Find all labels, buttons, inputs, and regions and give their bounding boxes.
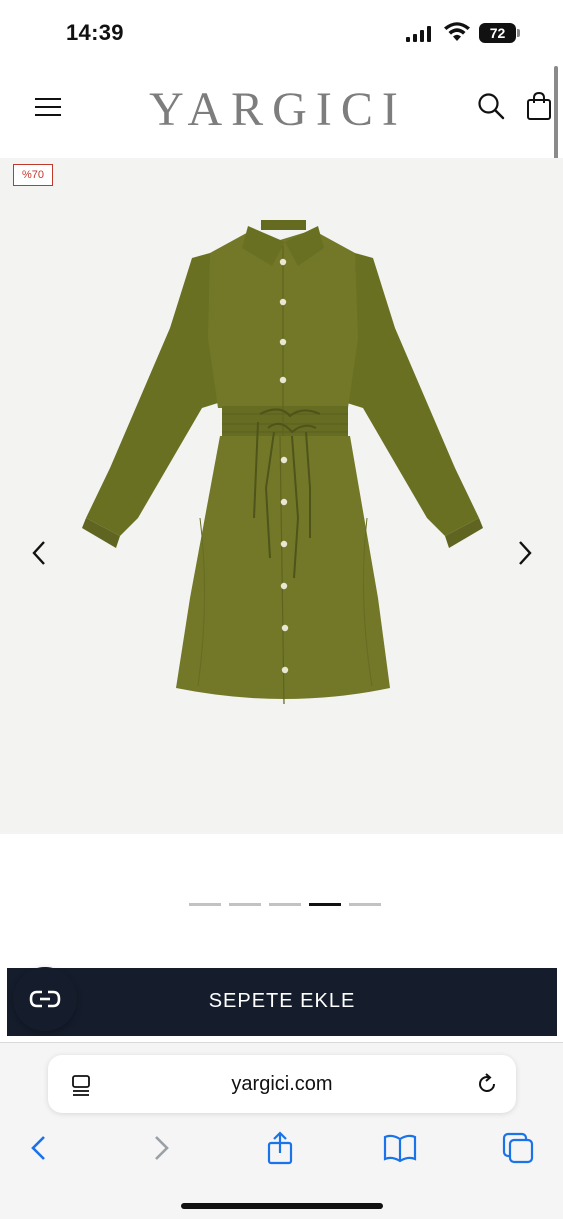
url-text: yargici.com	[231, 1073, 333, 1095]
reload-icon[interactable]	[475, 1072, 499, 1096]
pager-dot-active[interactable]	[309, 903, 341, 906]
browser-toolbar: yargici.com	[0, 1042, 563, 1219]
tabs-icon[interactable]	[500, 1131, 536, 1165]
status-time: 14:39	[66, 20, 124, 45]
pager-dot[interactable]	[229, 903, 261, 906]
bookmarks-icon[interactable]	[382, 1131, 418, 1165]
share-icon[interactable]	[262, 1131, 298, 1165]
discount-badge: %70	[13, 164, 54, 186]
product-image[interactable]	[80, 218, 485, 708]
battery-icon: 72	[479, 23, 521, 43]
gallery-pager	[189, 903, 381, 907]
pager-dot[interactable]	[269, 903, 301, 906]
back-icon[interactable]	[22, 1131, 58, 1165]
signal-icon	[406, 26, 431, 42]
product-gallery[interactable]: %70	[0, 158, 563, 834]
battery-level: 72	[479, 23, 516, 43]
status-bar: 14:39 72	[0, 0, 563, 64]
home-indicator	[181, 1203, 383, 1209]
shopping-bag-icon[interactable]	[526, 91, 552, 121]
next-image-arrow-icon[interactable]	[514, 538, 536, 568]
site-logo[interactable]: YARGICI	[100, 82, 456, 137]
previous-image-arrow-icon[interactable]	[28, 538, 50, 568]
search-icon[interactable]	[477, 92, 505, 120]
link-icon	[29, 990, 61, 1008]
wifi-icon	[444, 22, 470, 41]
menu-icon[interactable]	[34, 95, 62, 119]
forward-icon[interactable]	[143, 1131, 179, 1165]
pager-dot[interactable]	[189, 903, 221, 906]
site-header: YARGICI	[0, 64, 563, 158]
pager-dot[interactable]	[349, 903, 381, 906]
add-to-cart-button[interactable]: SEPETE EKLE	[7, 968, 557, 1036]
compare-button[interactable]	[13, 967, 77, 1031]
address-bar[interactable]: yargici.com	[48, 1055, 516, 1113]
add-to-cart-label: SEPETE EKLE	[208, 990, 356, 1012]
